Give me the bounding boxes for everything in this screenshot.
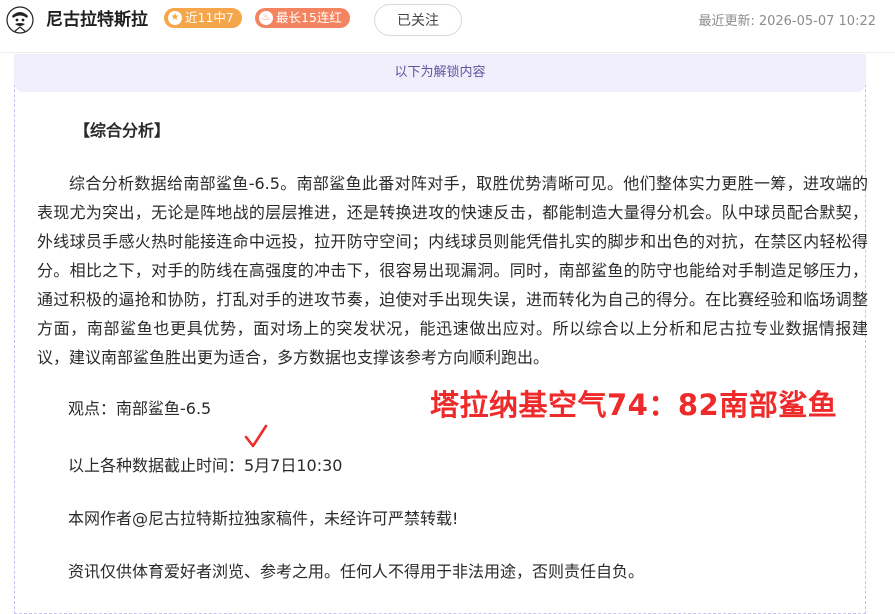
author-name[interactable]: 尼古拉特斯拉 bbox=[46, 8, 148, 32]
last-updated-label: 最近更新: bbox=[698, 14, 755, 29]
disclaimer-line: 资讯仅供体育爱好者浏览、参考之用。任何人不得用于非法用途，否则责任自负。 bbox=[68, 562, 645, 581]
copyright-line: 本网作者@尼古拉特斯拉独家稿件，未经许可严禁转载! bbox=[68, 509, 459, 528]
author-header: 尼古拉特斯拉 ★ 近11中7 ♨ 最长15连红 已关注 最近更新: 2026-05… bbox=[0, 0, 895, 53]
section-title: 【综合分析】 bbox=[74, 121, 171, 140]
follow-button[interactable]: 已关注 bbox=[374, 4, 462, 36]
article-body: 【综合分析】 综合分析数据给南部鲨鱼-6.5。南部鲨鱼此番对阵对手，取胜优势清晰… bbox=[37, 116, 868, 586]
analysis-paragraph: 综合分析数据给南部鲨鱼-6.5。南部鲨鱼此番对阵对手，取胜优势清晰可见。他们整体… bbox=[37, 174, 868, 367]
last-updated: 最近更新: 2026-05-07 10:22 bbox=[694, 10, 876, 29]
longest-streak-label: 最长15连红 bbox=[276, 10, 342, 25]
star-icon: ★ bbox=[168, 11, 182, 25]
cutoff-line: 以上各种数据截止时间：5月7日10:30 bbox=[68, 456, 343, 475]
recent-record-label: 近11中7 bbox=[185, 10, 234, 25]
flame-icon: ♨ bbox=[259, 11, 273, 25]
last-updated-time: 2026-05-07 10:22 bbox=[758, 14, 876, 29]
recent-record-badge: ★ 近11中7 bbox=[164, 8, 242, 28]
author-avatar[interactable] bbox=[6, 6, 34, 34]
checkmark-icon bbox=[244, 424, 268, 448]
unlock-banner: 以下为解锁内容 bbox=[14, 54, 866, 92]
longest-streak-badge: ♨ 最长15连红 bbox=[255, 8, 350, 28]
final-score-overlay: 塔拉纳基空气74：82南部鲨鱼 bbox=[430, 388, 838, 422]
